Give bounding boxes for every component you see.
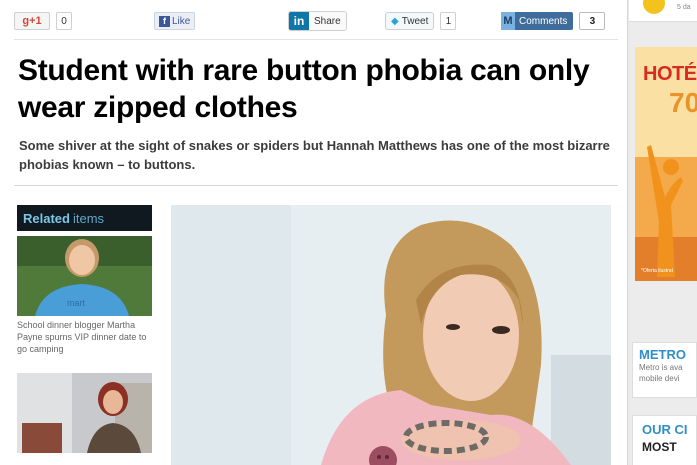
google-plus-button[interactable]: g +1	[14, 12, 50, 30]
tweet-button[interactable]: ◆ Tweet	[385, 12, 435, 30]
comments-button[interactable]: M Comments	[501, 12, 574, 30]
ad-legal-text: *Oferta ilustrat	[641, 268, 673, 274]
related-item-thumbnail[interactable]	[17, 373, 152, 453]
related-heading-strong: Related	[23, 210, 70, 226]
linkedin-share-button[interactable]: in Share	[288, 11, 347, 31]
sun-icon	[643, 0, 665, 14]
divider	[14, 39, 618, 40]
hotel-advertisement[interactable]: HOTÉ 70 *Oferta ilustrat	[635, 47, 697, 281]
weather-widget[interactable]: 5 da	[629, 0, 697, 22]
article-page: g +1 0 f Like in Share ◆ Tweet 1 M Comme…	[0, 0, 628, 465]
woman-portrait-photo	[17, 373, 152, 453]
girl-in-blue-shirt-photo: mart	[17, 236, 152, 316]
related-items: Related items mart School dinner blogger…	[17, 205, 152, 453]
facebook-like-label: Like	[172, 15, 191, 27]
metro-box-title: METRO	[639, 347, 686, 362]
comments-link[interactable]: M Comments 3	[501, 12, 606, 30]
article-main-photo[interactable]	[171, 205, 611, 465]
linkedin-share[interactable]: in Share	[288, 11, 347, 31]
metro-mobile-box[interactable]: METRO Metro is ava mobile devi	[632, 342, 697, 398]
facebook-like-button[interactable]: f Like	[154, 12, 196, 30]
metro-box-line: mobile devi	[639, 374, 680, 383]
related-item-caption[interactable]: School dinner blogger Martha Payne spurn…	[17, 319, 152, 355]
our-box-title: OUR CI	[642, 422, 688, 437]
weather-snippet: 5 da	[677, 4, 691, 11]
metro-box-line: Metro is ava	[639, 363, 683, 372]
comments-count[interactable]: 3	[579, 12, 606, 30]
tweet-count: 1	[440, 12, 457, 30]
twitter-bird-icon: ◆	[391, 15, 399, 27]
right-sidebar: 5 da HOTÉ 70 *Oferta ilustrat METRO Metr…	[629, 0, 697, 465]
divider	[14, 185, 618, 186]
linkedin-share-label: Share	[314, 15, 341, 27]
facebook-icon: f	[159, 15, 170, 27]
our-box[interactable]: OUR CI MOST	[632, 415, 697, 465]
google-plus-share[interactable]: g +1 0	[14, 12, 72, 30]
svg-text:mart: mart	[67, 298, 85, 308]
comments-label: Comments	[519, 15, 568, 27]
related-heading-rest: items	[72, 210, 105, 226]
article-standfirst: Some shiver at the sight of snakes or sp…	[19, 138, 610, 172]
ad-number: 70	[669, 87, 697, 118]
ad-headline: HOTÉ	[643, 63, 697, 85]
tweet-label: Tweet	[401, 15, 429, 27]
blonde-woman-holding-buttons-photo	[171, 205, 611, 465]
related-item-thumbnail[interactable]: mart	[17, 236, 152, 316]
our-box-subtitle: MOST	[642, 440, 677, 454]
linkedin-icon: in	[289, 12, 309, 30]
twitter-tweet[interactable]: ◆ Tweet 1	[385, 12, 457, 30]
comments-m-icon: M	[501, 12, 515, 30]
article-headline: Student with rare button phobia can only…	[18, 54, 590, 124]
google-plus-icon: g	[22, 15, 30, 27]
related-items-heading: Related items	[17, 205, 152, 231]
google-plus-label: +1	[29, 15, 42, 27]
facebook-like[interactable]: f Like	[154, 12, 196, 30]
google-plus-count: 0	[56, 12, 72, 30]
share-bar: g +1 0 f Like in Share ◆ Tweet 1 M Comme…	[14, 10, 618, 34]
